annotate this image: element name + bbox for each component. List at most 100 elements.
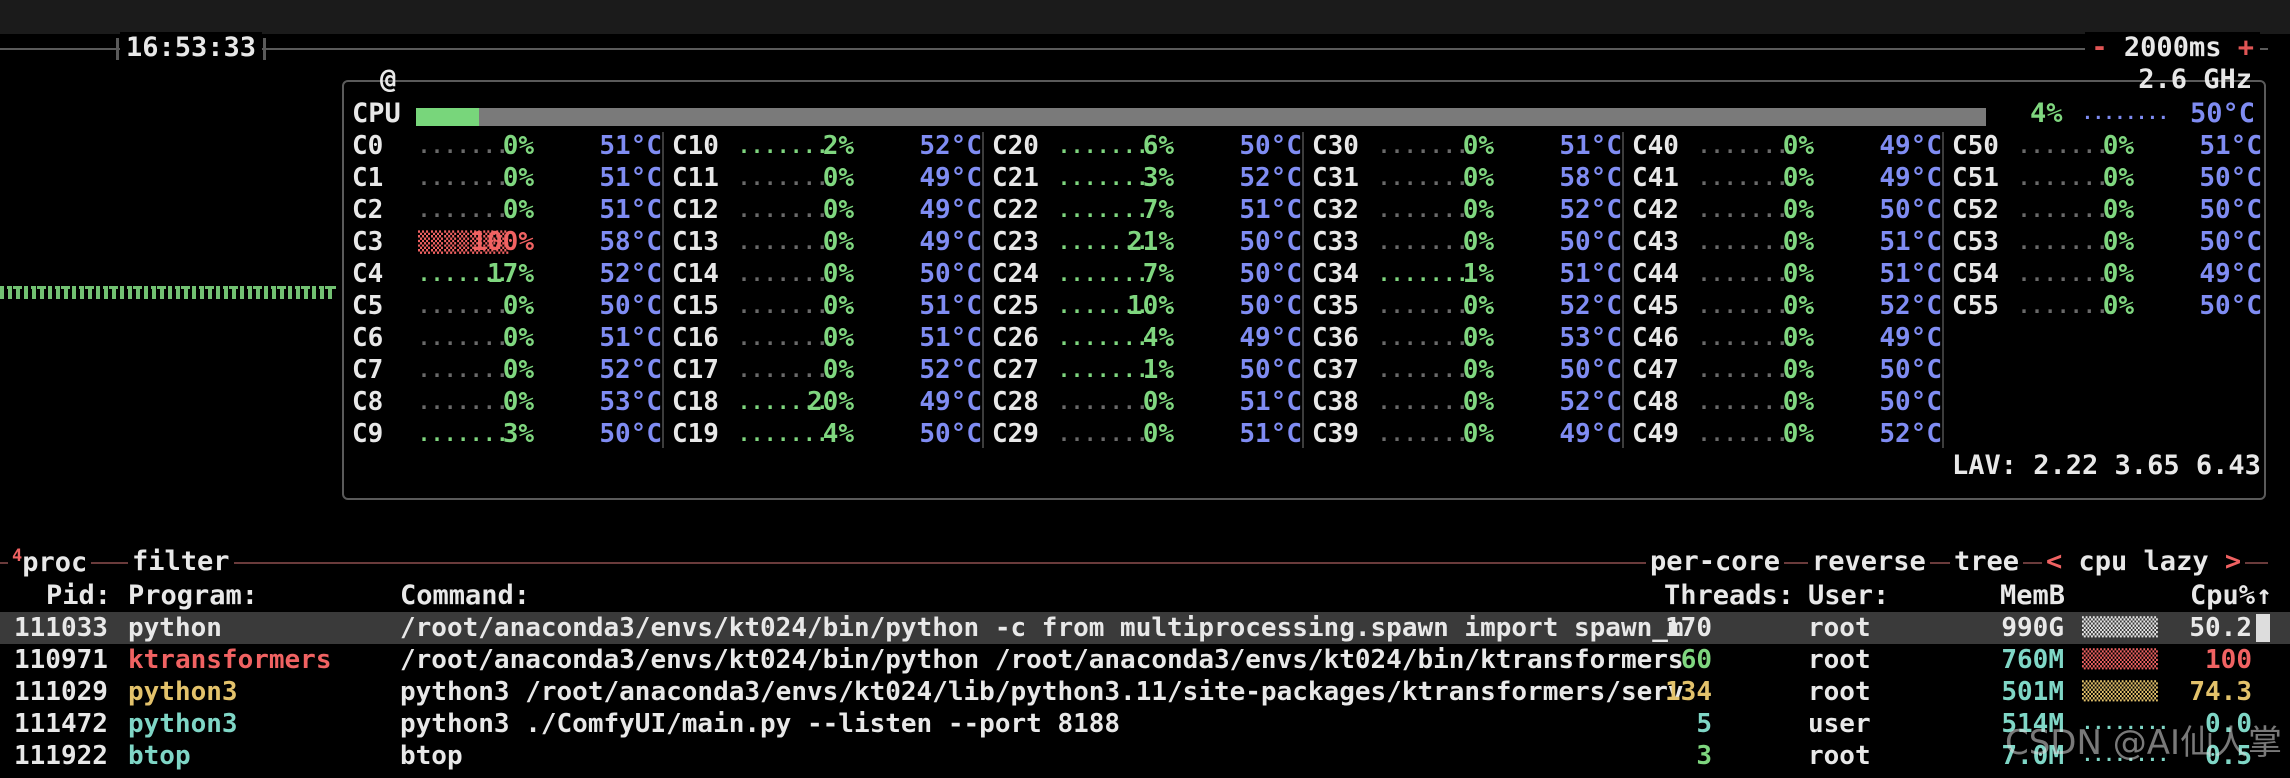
- proc-user: root: [1808, 613, 1871, 643]
- core-graph: .......: [738, 198, 830, 222]
- core-name: C11: [672, 163, 719, 193]
- core-percent: 0%: [1462, 163, 1494, 193]
- core-name: C18: [672, 387, 719, 417]
- core-name: C50: [1952, 131, 1999, 161]
- sort-next[interactable]: >: [2225, 546, 2241, 577]
- proc-cpu-meter: ▒▒▒▒▒▒▒: [2082, 649, 2158, 670]
- core-name: C36: [1312, 323, 1359, 353]
- core-graph: .......: [1058, 134, 1150, 158]
- proc-command: python3 ./ComfyUI/main.py --listen --por…: [400, 709, 1121, 739]
- proc-user: root: [1808, 677, 1871, 707]
- core-percent: 0%: [502, 195, 534, 225]
- cpu-core-c40: C40....... 0% 49°C: [1632, 130, 1946, 162]
- core-name: C22: [992, 195, 1039, 225]
- process-row[interactable]: 110971 ktransformers/root/anaconda3/envs/…: [0, 644, 2290, 676]
- core-percent: 0%: [502, 355, 534, 385]
- core-temp: 58°C: [599, 227, 662, 257]
- cpu-history-graph: [0, 286, 336, 299]
- core-graph: .......: [1058, 422, 1150, 446]
- cpu-core-c32: C32....... 0% 52°C: [1312, 194, 1626, 226]
- col-pid[interactable]: Pid:: [46, 580, 111, 612]
- proc-program: python: [128, 613, 222, 643]
- process-row[interactable]: 111033 python/root/anaconda3/envs/kt024/b…: [0, 612, 2290, 644]
- watermark: CSDN @AI仙人掌: [2004, 723, 2282, 763]
- cpu-core-c24: C24....... 7% 50°C: [992, 258, 1306, 290]
- core-percent: 17%: [487, 259, 534, 289]
- core-name: C17: [672, 355, 719, 385]
- core-temp: 52°C: [1879, 291, 1942, 321]
- core-name: C31: [1312, 163, 1359, 193]
- cpu-core-c43: C43....... 0% 51°C: [1632, 226, 1946, 258]
- cpu-core-c13: C13....... 0% 49°C: [672, 226, 986, 258]
- core-percent: 0%: [2102, 227, 2134, 257]
- core-temp: 50°C: [1559, 355, 1622, 385]
- core-name: C19: [672, 419, 719, 449]
- core-graph: .......: [1058, 326, 1150, 350]
- core-percent: 0%: [2102, 131, 2134, 161]
- scrollbar-thumb[interactable]: [2256, 614, 2270, 642]
- interval-minus[interactable]: -: [2091, 32, 2107, 63]
- cpu-core-c53: C53....... 0% 50°C: [1952, 226, 2266, 258]
- core-name: C20: [992, 131, 1039, 161]
- cpu-core-c31: C31....... 0% 58°C: [1312, 162, 1626, 194]
- cpu-total-bar: [416, 108, 1986, 126]
- core-graph: .......: [418, 358, 510, 382]
- clock: 16:53:33: [115, 32, 267, 63]
- col-user[interactable]: User:: [1808, 580, 1889, 612]
- proc-command: /root/anaconda3/envs/kt024/bin/python -c…: [400, 613, 1684, 643]
- process-row[interactable]: 111029 python3 python3 /root/anaconda3/env…: [0, 676, 2290, 708]
- per-core-toggle[interactable]: per-core: [1646, 546, 1785, 577]
- core-percent: 0%: [822, 163, 854, 193]
- core-percent: 0%: [822, 291, 854, 321]
- cpu-core-c51: C51....... 0% 50°C: [1952, 162, 2266, 194]
- proc-command: btop: [400, 741, 463, 771]
- core-percent: 0%: [1782, 259, 1814, 289]
- core-temp: 50°C: [599, 291, 662, 321]
- col-threads[interactable]: Threads:: [1664, 580, 1794, 612]
- core-temp: 50°C: [2199, 291, 2262, 321]
- core-name: C24: [992, 259, 1039, 289]
- col-program[interactable]: Program:: [128, 580, 258, 612]
- core-percent: 0%: [1462, 131, 1494, 161]
- cpu-core-c0: C0....... 0% 51°C: [352, 130, 666, 162]
- proc-user: user: [1808, 709, 1871, 739]
- core-name: C51: [1952, 163, 1999, 193]
- proc-tab-label: proc: [22, 547, 88, 578]
- core-percent: 21%: [1127, 227, 1174, 257]
- proc-program: python3: [128, 709, 238, 739]
- sort-selector[interactable]: < cpu lazy >: [2042, 546, 2246, 577]
- cpu-core-c22: C22....... 7% 51°C: [992, 194, 1306, 226]
- cpu-core-c3: C3 ▒▒▒▒▒▒▒ 100% 58°C: [352, 226, 666, 258]
- sort-prev[interactable]: <: [2046, 546, 2062, 577]
- interval-plus[interactable]: +: [2238, 32, 2254, 63]
- proc-cpu: 50.2: [2189, 613, 2252, 643]
- col-cpu[interactable]: Cpu%: [2190, 580, 2255, 612]
- update-interval[interactable]: - 2000ms +: [2085, 32, 2260, 63]
- core-percent: 1%: [1142, 355, 1174, 385]
- core-temp: 49°C: [1239, 323, 1302, 353]
- core-percent: 0%: [1462, 227, 1494, 257]
- proc-command: python3 /root/anaconda3/envs/kt024/lib/p…: [400, 677, 1684, 707]
- core-graph: .......: [1378, 166, 1470, 190]
- filter-button[interactable]: filter: [128, 546, 234, 577]
- core-temp: 49°C: [919, 387, 982, 417]
- cpu-core-c34: C34....... 1% 51°C: [1312, 258, 1626, 290]
- proc-tab[interactable]: 4proc: [8, 546, 92, 578]
- core-percent: 0%: [1782, 195, 1814, 225]
- core-graph: .......: [2018, 262, 2110, 286]
- core-name: C34: [1312, 259, 1359, 289]
- reverse-toggle[interactable]: reverse: [1808, 546, 1930, 577]
- col-command[interactable]: Command:: [400, 580, 530, 612]
- cpu-core-c5: C5....... 0% 50°C: [352, 290, 666, 322]
- sort-label: cpu lazy: [2078, 546, 2209, 577]
- core-graph: .......: [1378, 230, 1470, 254]
- core-graph: .......: [418, 294, 510, 318]
- process-row[interactable]: 111472 python3 python3 ./ComfyUI/main.py -…: [0, 708, 2290, 740]
- core-percent: 0%: [1462, 195, 1494, 225]
- process-row[interactable]: 111922 btop btop 3 root 7.0M........ 0.5: [0, 740, 2290, 772]
- core-graph: .......: [418, 390, 510, 414]
- col-mem[interactable]: MemB: [2000, 580, 2065, 612]
- tree-toggle[interactable]: tree: [1950, 546, 2024, 577]
- core-name: C3: [352, 227, 384, 257]
- cpu-label: CPU: [352, 98, 401, 129]
